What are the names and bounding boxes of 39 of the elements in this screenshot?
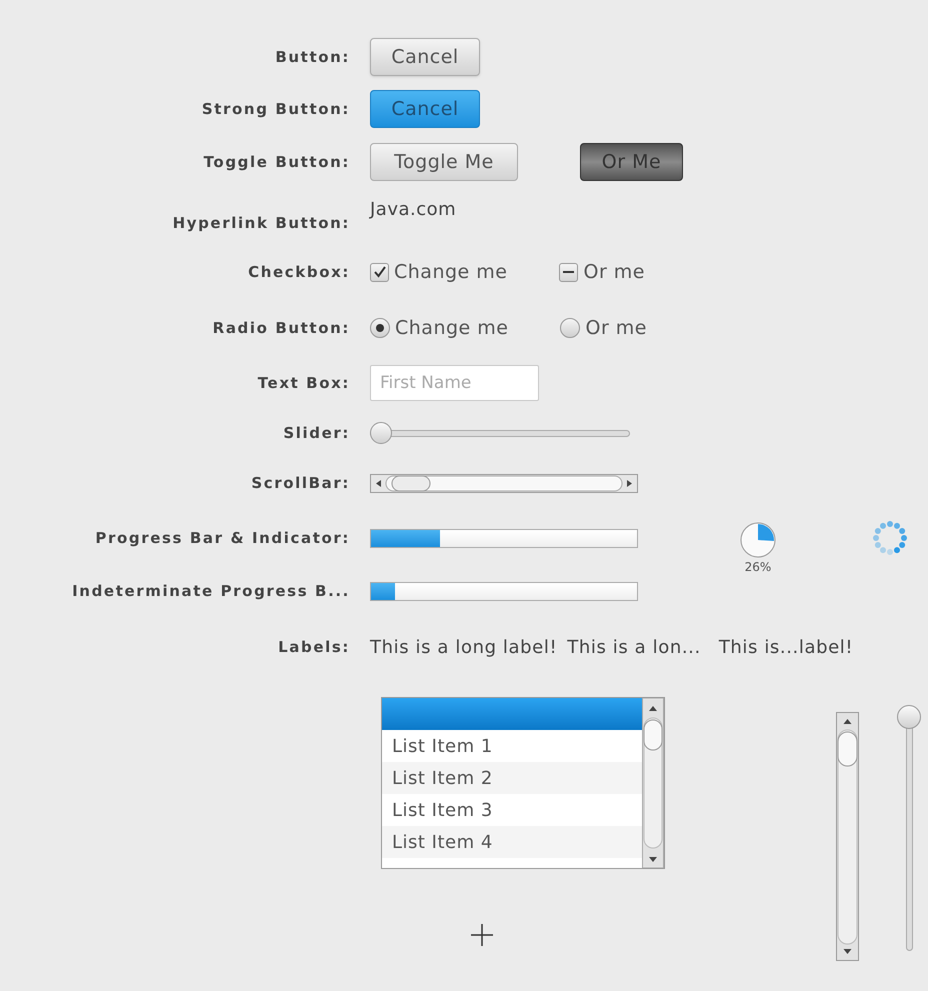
field-label: Text Box: — [258, 372, 350, 394]
field-label: Indeterminate Progress B... — [72, 580, 350, 602]
radio-label: Change me — [395, 316, 508, 341]
label-text: This is a long label! — [370, 636, 558, 660]
radio-label: Or me — [585, 316, 647, 341]
hyperlink[interactable]: Java.com — [370, 196, 456, 223]
field-label: Strong Button: — [202, 98, 350, 120]
checkbox-label: Change me — [394, 260, 508, 285]
field-label: Progress Bar & Indicator: — [95, 528, 350, 549]
toggle-button[interactable]: Toggle Me — [370, 143, 518, 181]
checkbox[interactable] — [370, 262, 389, 282]
field-label: ScrollBar: — [251, 472, 350, 494]
slider-thumb[interactable] — [897, 705, 921, 729]
crosshair-icon — [470, 923, 494, 947]
field-label: Labels: — [278, 636, 350, 658]
checkbox-label: Or me — [583, 260, 645, 285]
field-label: Checkbox: — [248, 262, 350, 283]
field-label: Toggle Button: — [204, 152, 350, 173]
field-label: Radio Button: — [212, 318, 350, 339]
progress-indicator — [740, 522, 776, 558]
vertical-scrollbar[interactable] — [642, 698, 664, 868]
field-label: Slider: — [283, 422, 350, 444]
label-text: This is...label! — [718, 636, 854, 660]
text-field[interactable]: First Name — [370, 365, 539, 401]
spinner-icon — [872, 520, 908, 556]
slider-thumb[interactable] — [370, 422, 392, 444]
list-item[interactable]: List Item 4 — [382, 826, 642, 858]
radio-button[interactable] — [370, 318, 390, 338]
radio-button[interactable] — [560, 318, 580, 338]
vertical-scrollbar[interactable] — [836, 712, 859, 961]
horizontal-scrollbar[interactable] — [370, 474, 638, 492]
progress-percent: 26% — [744, 559, 772, 576]
list-item[interactable]: List Item 2 — [382, 762, 642, 794]
cancel-button[interactable]: Cancel — [370, 38, 480, 76]
checkbox[interactable] — [559, 262, 578, 282]
field-label: Hyperlink Button: — [172, 212, 350, 234]
field-label: Button: — [275, 46, 350, 68]
label-text: This is a lon... — [567, 636, 701, 660]
list-item[interactable] — [382, 698, 642, 730]
